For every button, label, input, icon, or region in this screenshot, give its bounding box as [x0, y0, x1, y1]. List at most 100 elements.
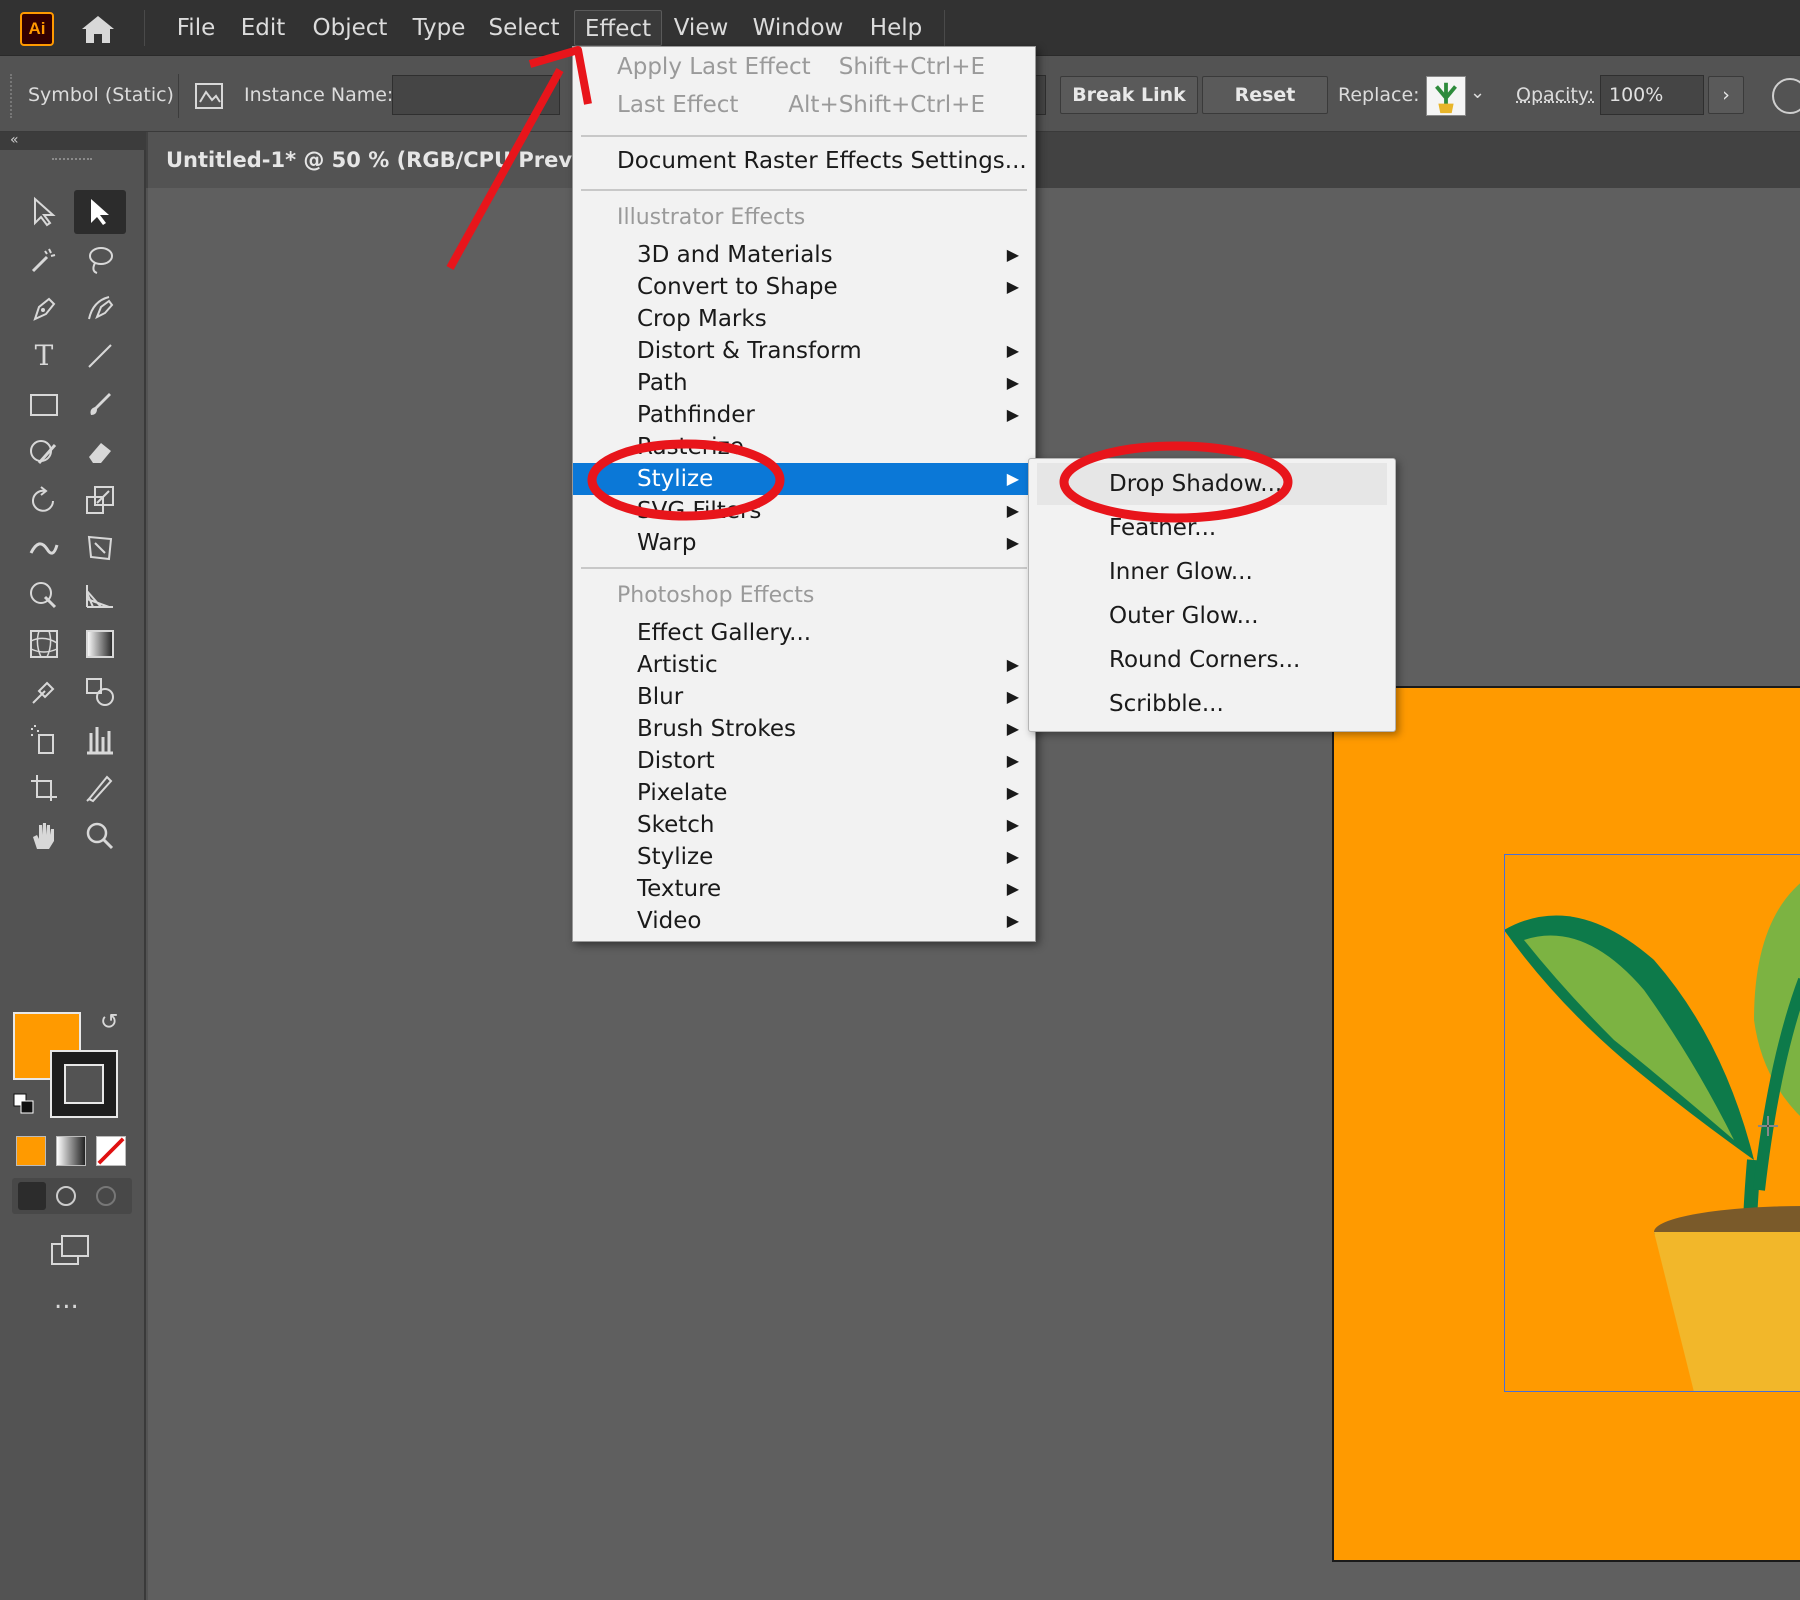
shaper-tool-icon[interactable]	[18, 430, 70, 474]
none-mode-icon[interactable]	[96, 1136, 126, 1166]
menu-item-label: Warp	[637, 530, 697, 556]
column-graph-tool-icon[interactable]	[74, 718, 126, 762]
direct-selection-tool-icon[interactable]	[74, 190, 126, 234]
control-bar-grip[interactable]	[10, 74, 14, 118]
opacity-label[interactable]: Opacity:	[1516, 84, 1594, 106]
stroke-color-swatch[interactable]	[50, 1050, 118, 1118]
menu-type[interactable]: Type	[406, 10, 472, 46]
swap-fill-stroke-icon[interactable]: ↺	[100, 1010, 128, 1038]
menu-item-inner-glow[interactable]: Inner Glow...	[1037, 551, 1387, 593]
collapse-panel-icon[interactable]: «	[10, 132, 19, 148]
replace-dropdown-chevron-icon[interactable]: ⌄	[1470, 82, 1496, 110]
width-tool-icon[interactable]	[18, 526, 70, 570]
artboard-tool-icon[interactable]	[18, 766, 70, 810]
symbol-sprayer-tool-icon[interactable]	[18, 718, 70, 762]
opacity-chevron-right-icon[interactable]: ›	[1708, 76, 1744, 114]
free-transform-tool-icon[interactable]	[74, 526, 126, 570]
hand-tool-icon[interactable]	[18, 814, 70, 858]
menu-item-svg-filters[interactable]: SVG Filters ▶	[573, 495, 1035, 527]
menu-window[interactable]: Window	[744, 10, 852, 46]
menu-help[interactable]: Help	[862, 10, 930, 46]
color-mode-icon[interactable]	[16, 1136, 46, 1166]
menu-item-blur[interactable]: Blur ▶	[573, 681, 1035, 713]
menu-item-path[interactable]: Path ▶	[573, 367, 1035, 399]
menu-item-artistic[interactable]: Artistic ▶	[573, 649, 1035, 681]
apply-last-effect-item[interactable]: Apply Last Effect Shift+Ctrl+E	[573, 51, 1035, 83]
paintbrush-tool-icon[interactable]	[74, 382, 126, 426]
menu-item-pathfinder[interactable]: Pathfinder ▶	[573, 399, 1035, 431]
menu-select[interactable]: Select	[482, 10, 566, 46]
break-link-button[interactable]: Break Link	[1060, 76, 1198, 114]
menu-item-effect-gallery[interactable]: Effect Gallery...	[573, 617, 1035, 649]
submenu-arrow-icon: ▶	[1006, 815, 1019, 834]
home-icon[interactable]	[78, 12, 118, 46]
menu-item-round-corners[interactable]: Round Corners...	[1037, 639, 1387, 681]
shape-builder-tool-icon[interactable]	[18, 574, 70, 618]
draw-normal-icon[interactable]	[18, 1182, 46, 1210]
menu-effect[interactable]: Effect	[574, 10, 662, 46]
submenu-arrow-icon: ▶	[1006, 751, 1019, 770]
menu-item-label: Stylize	[637, 466, 714, 492]
rotate-tool-icon[interactable]	[18, 478, 70, 522]
default-fill-stroke-icon[interactable]	[12, 1092, 36, 1116]
replace-label: Replace:	[1338, 84, 1420, 106]
menu-item-stylize[interactable]: Stylize ▶	[573, 463, 1035, 495]
submenu-arrow-icon: ▶	[1006, 687, 1019, 706]
zoom-tool-icon[interactable]	[74, 814, 126, 858]
edit-toolbar-icon[interactable]: ...	[54, 1287, 79, 1313]
reset-button[interactable]: Reset	[1202, 76, 1328, 114]
menu-item-convert-to-shape[interactable]: Convert to Shape ▶	[573, 271, 1035, 303]
gradient-tool-icon[interactable]	[74, 622, 126, 666]
magic-wand-tool-icon[interactable]	[18, 238, 70, 282]
last-effect-item[interactable]: Last Effect Alt+Shift+Ctrl+E	[573, 89, 1035, 121]
menu-view[interactable]: View	[670, 10, 732, 46]
menu-item-feather[interactable]: Feather...	[1037, 507, 1387, 549]
scale-tool-icon[interactable]	[74, 478, 126, 522]
pen-tool-icon[interactable]	[18, 286, 70, 330]
recolor-icon[interactable]	[1772, 78, 1800, 114]
gradient-mode-icon[interactable]	[56, 1136, 86, 1166]
selection-tool-icon[interactable]	[18, 190, 70, 234]
slice-tool-icon[interactable]	[74, 766, 126, 810]
menu-object[interactable]: Object	[302, 10, 398, 46]
tools-panel-grip[interactable]	[52, 158, 92, 162]
menu-item-sketch[interactable]: Sketch ▶	[573, 809, 1035, 841]
rectangle-tool-icon[interactable]	[18, 382, 70, 426]
submenu-arrow-icon: ▶	[1006, 373, 1019, 392]
menu-edit[interactable]: Edit	[234, 10, 292, 46]
menu-item-stylize-photoshop[interactable]: Stylize ▶	[573, 841, 1035, 873]
menu-item-scribble[interactable]: Scribble...	[1037, 683, 1387, 725]
menu-item-video[interactable]: Video ▶	[573, 905, 1035, 937]
menu-item-rasterize[interactable]: Rasterize	[573, 431, 1035, 463]
menu-item-brush-strokes[interactable]: Brush Strokes ▶	[573, 713, 1035, 745]
eyedropper-tool-icon[interactable]	[18, 670, 70, 714]
line-segment-tool-icon[interactable]	[74, 334, 126, 378]
menu-item-distort-transform[interactable]: Distort & Transform ▶	[573, 335, 1035, 367]
menu-item-warp[interactable]: Warp ▶	[573, 527, 1035, 559]
document-tab[interactable]: Untitled-1* @ 50 % (RGB/CPU Preview)	[148, 132, 578, 188]
perspective-grid-tool-icon[interactable]	[74, 574, 126, 618]
menu-item-drop-shadow[interactable]: Drop Shadow...	[1037, 463, 1387, 505]
curvature-tool-icon[interactable]	[74, 286, 126, 330]
eraser-tool-icon[interactable]	[74, 430, 126, 474]
submenu-arrow-icon: ▶	[1006, 341, 1019, 360]
blend-tool-icon[interactable]	[74, 670, 126, 714]
menu-item-crop-marks[interactable]: Crop Marks	[573, 303, 1035, 335]
draw-inside-icon[interactable]	[96, 1186, 116, 1206]
menu-item-distort[interactable]: Distort ▶	[573, 745, 1035, 777]
document-raster-effects-settings-item[interactable]: Document Raster Effects Settings...	[573, 145, 1035, 177]
symbol-icon[interactable]	[192, 78, 228, 114]
lasso-tool-icon[interactable]	[74, 238, 126, 282]
type-tool-icon[interactable]: T	[18, 334, 70, 378]
screen-mode-icon[interactable]	[48, 1232, 92, 1268]
menu-item-3d-and-materials[interactable]: 3D and Materials ▶	[573, 239, 1035, 271]
mesh-tool-icon[interactable]	[18, 622, 70, 666]
replace-symbol-thumbnail[interactable]	[1426, 76, 1466, 116]
opacity-input[interactable]: 100%	[1600, 75, 1704, 115]
draw-behind-icon[interactable]	[56, 1186, 76, 1206]
instance-name-input[interactable]	[392, 75, 560, 115]
menu-item-pixelate[interactable]: Pixelate ▶	[573, 777, 1035, 809]
menu-file[interactable]: File	[166, 10, 226, 46]
menu-item-texture[interactable]: Texture ▶	[573, 873, 1035, 905]
menu-item-outer-glow[interactable]: Outer Glow...	[1037, 595, 1387, 637]
